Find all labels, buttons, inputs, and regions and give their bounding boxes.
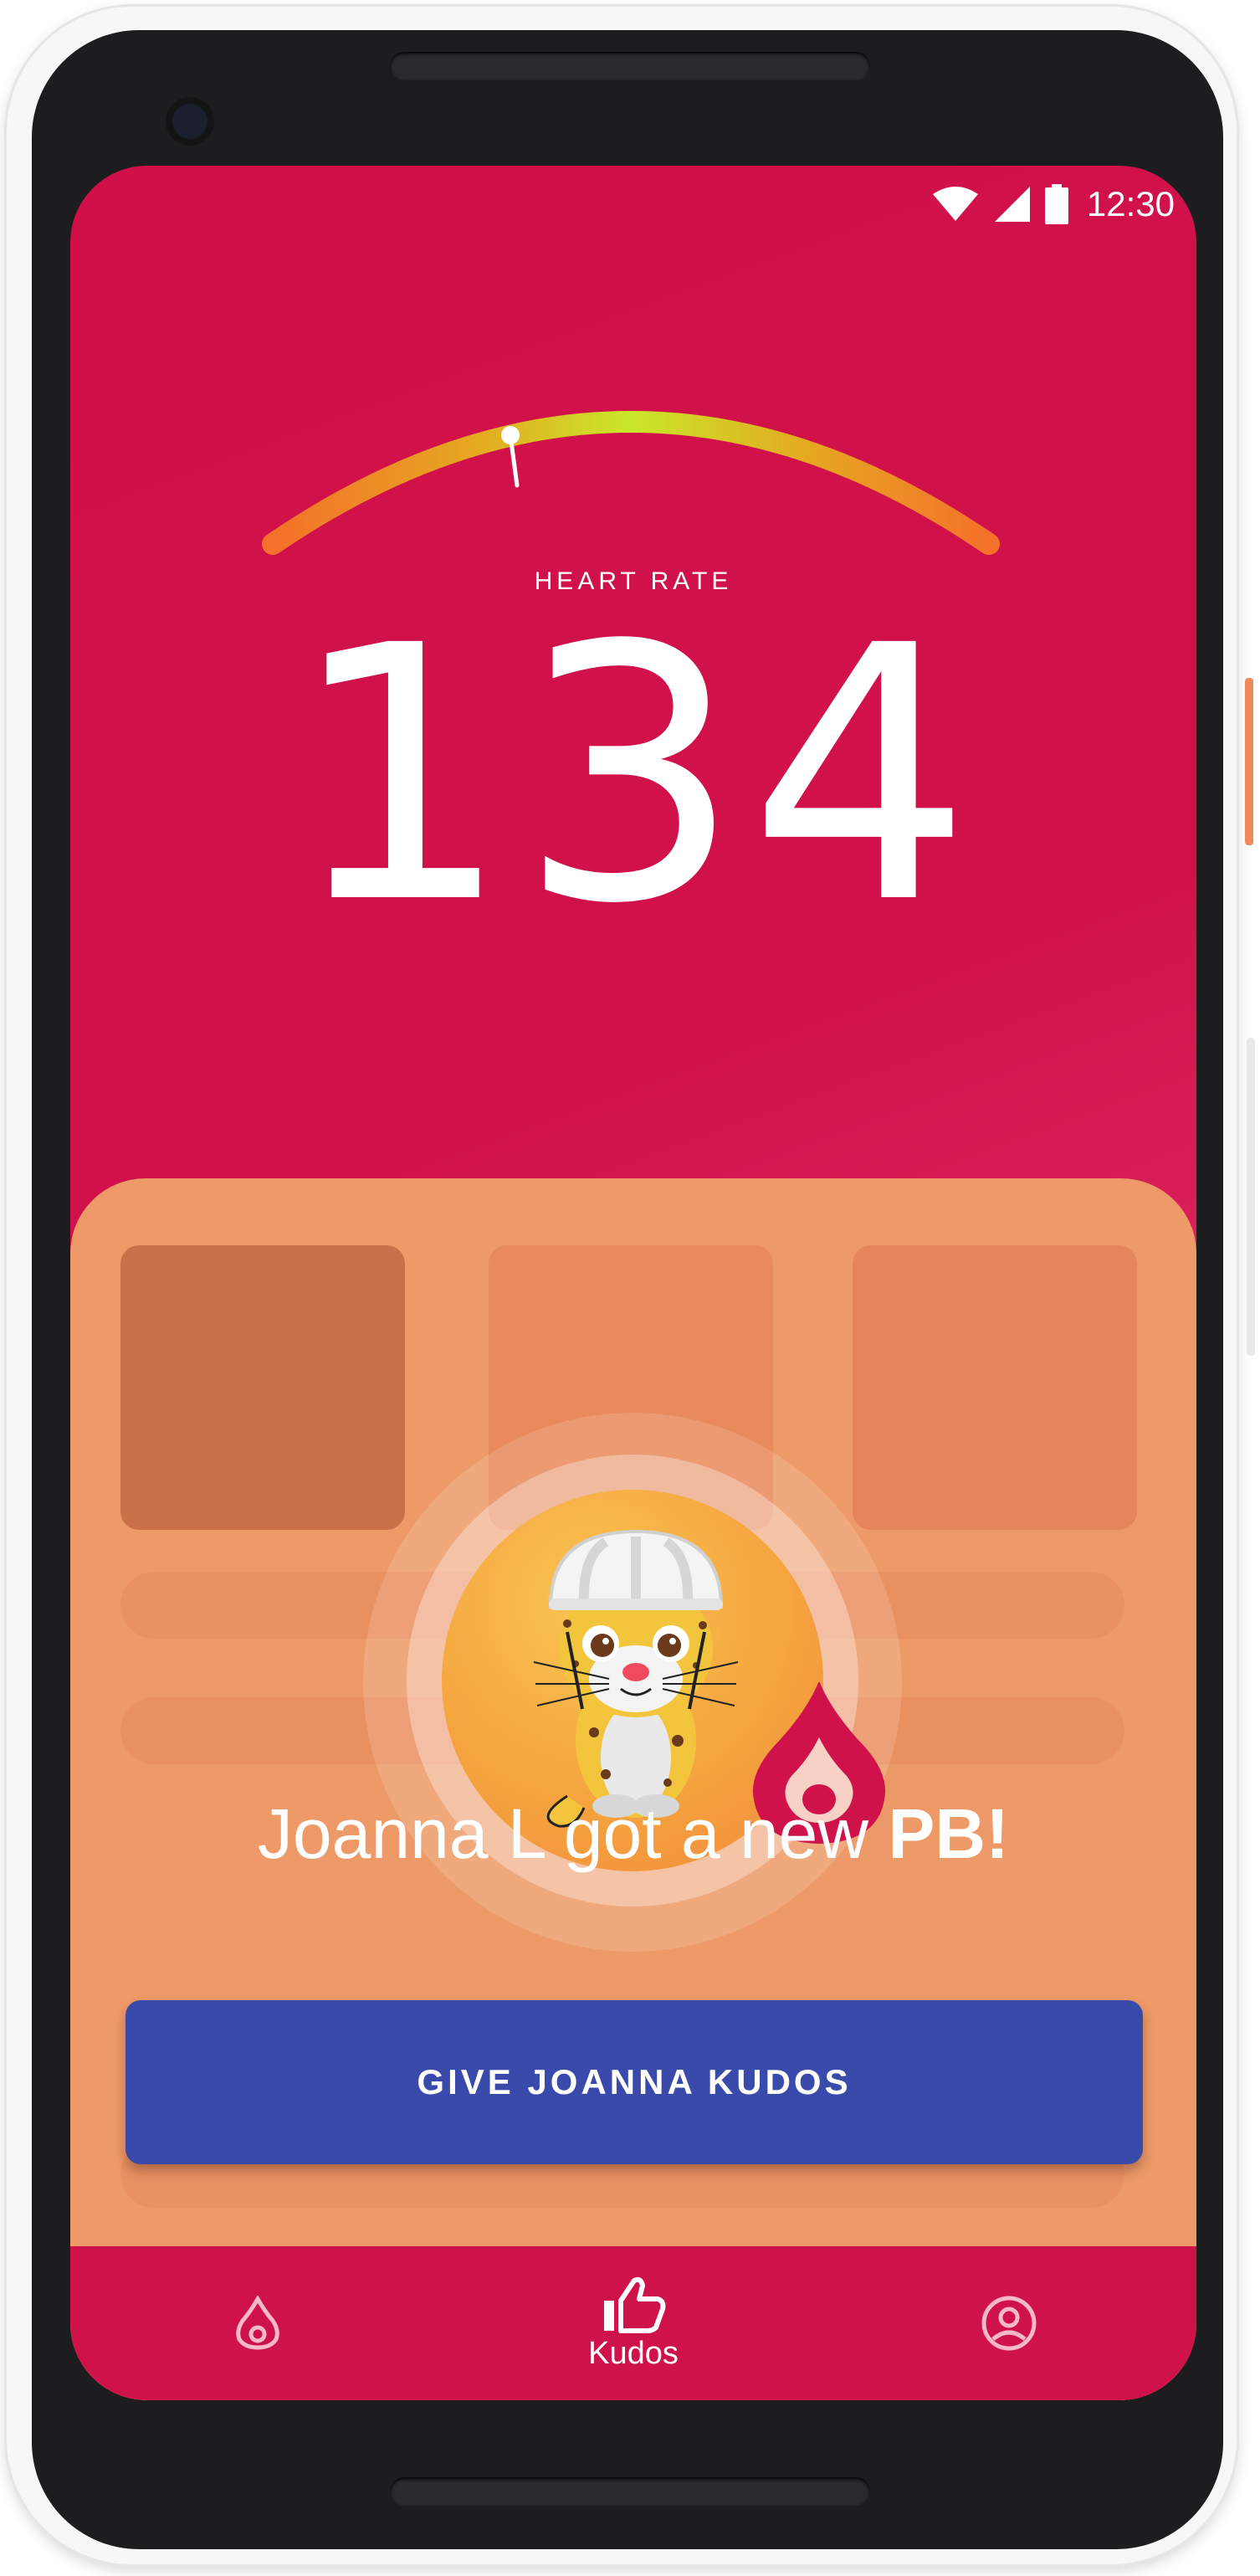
volume-button [1247,1038,1255,1356]
battery-icon [1044,184,1068,224]
earpiece-speaker [390,52,870,80]
front-camera [166,97,214,146]
pb-notification-message: Joanna L got a new PB! [70,1793,1196,1875]
nav-item-kudos[interactable]: Kudos [550,2246,717,2400]
kudos-sheet: Joanna L got a new PB! GIVE JOANNA KUDOS [70,1178,1196,2400]
status-bar: 12:30 [931,179,1175,229]
thumbs-up-icon [604,2276,666,2333]
bottom-speaker [390,2477,870,2506]
wifi-icon [932,187,978,221]
flame-icon [236,2296,279,2350]
nav-label-kudos: Kudos [588,2335,679,2371]
nav-item-flame[interactable] [174,2246,341,2400]
pb-message-text: Joanna L got a new [257,1794,889,1873]
app-screen: 12:30 HEART RATE 134 Joanna L got a new … [70,166,1196,2400]
nav-item-profile[interactable] [925,2246,1093,2400]
profile-icon [981,2296,1037,2351]
status-time: 12:30 [1086,184,1175,223]
heart-rate-value: 134 [288,572,979,981]
give-kudos-button[interactable]: GIVE JOANNA KUDOS [125,2000,1143,2164]
background-tile [853,1245,1137,1530]
background-tile [120,1245,405,1530]
bottom-navigation: Kudos [70,2246,1196,2400]
pb-message-emphasis: PB! [888,1794,1010,1873]
power-button [1245,678,1253,845]
cellular-signal-icon [994,187,1030,222]
gauge-needle [501,426,520,488]
